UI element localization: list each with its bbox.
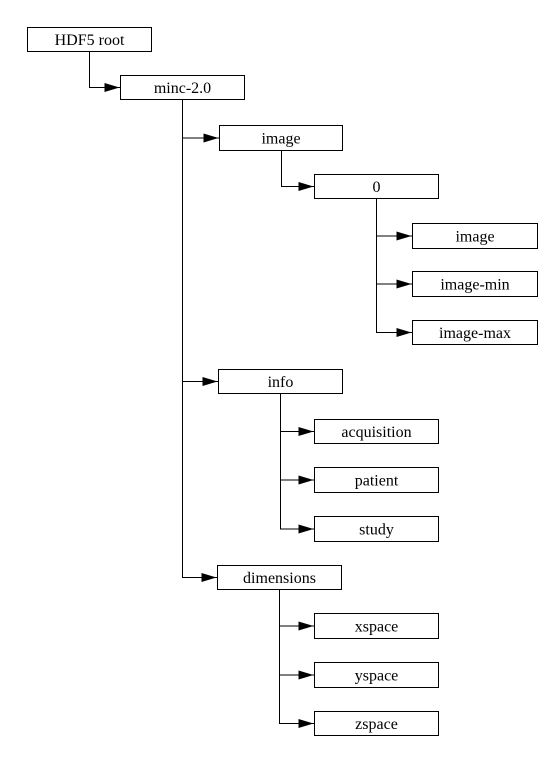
node-label: dimensions	[243, 570, 316, 587]
node-label: 0	[373, 179, 381, 196]
node-study: study	[314, 516, 439, 542]
node-label: study	[359, 522, 394, 539]
node-image: image	[219, 125, 343, 151]
node-minc: minc-2.0	[120, 75, 245, 100]
node-label: HDF5 root	[55, 32, 125, 49]
edge-image-to-img0	[281, 150, 302, 187]
edge-img0-to-img0_image	[376, 198, 400, 237]
node-img0: 0	[314, 174, 439, 199]
edge-minc-to-info	[182, 99, 206, 382]
edge-info-to-patient	[280, 393, 302, 481]
node-patient: patient	[314, 467, 439, 493]
node-zspace: zspace	[314, 711, 439, 736]
node-label: image	[261, 131, 300, 148]
node-label: yspace	[355, 668, 399, 685]
edge-info-to-study	[280, 393, 302, 530]
node-img0_image: image	[412, 223, 538, 249]
node-dims: dimensions	[217, 565, 342, 590]
edge-info-to-acq	[280, 393, 302, 432]
edge-dims-to-xspace	[279, 589, 302, 627]
node-label: patient	[355, 473, 399, 490]
edge-root-to-minc	[89, 51, 108, 88]
node-acq: acquisition	[314, 419, 439, 444]
node-label: zspace	[355, 716, 398, 733]
node-img0_min: image-min	[412, 271, 538, 297]
node-label: image-max	[439, 325, 511, 342]
node-img0_max: image-max	[412, 320, 538, 345]
node-yspace: yspace	[314, 662, 439, 688]
edge-img0-to-img0_max	[376, 198, 400, 333]
node-root: HDF5 root	[27, 27, 152, 52]
edge-minc-to-image	[182, 99, 207, 139]
hdf5-tree-diagram: HDF5 root minc-2.0 image 0 image image-min ima…	[27, 27, 538, 736]
node-label: info	[268, 374, 294, 391]
node-label: image	[455, 229, 494, 246]
edge-img0-to-img0_min	[376, 198, 400, 285]
edge-dims-to-zspace	[279, 589, 302, 724]
node-info: info	[218, 369, 343, 394]
node-label: xspace	[355, 619, 399, 636]
node-label: acquisition	[341, 424, 411, 441]
node-label: minc-2.0	[154, 80, 211, 97]
node-xspace: xspace	[314, 613, 439, 639]
edge-minc-to-dims	[182, 99, 205, 578]
edge-dims-to-yspace	[279, 589, 302, 676]
node-label: image-min	[440, 277, 509, 294]
